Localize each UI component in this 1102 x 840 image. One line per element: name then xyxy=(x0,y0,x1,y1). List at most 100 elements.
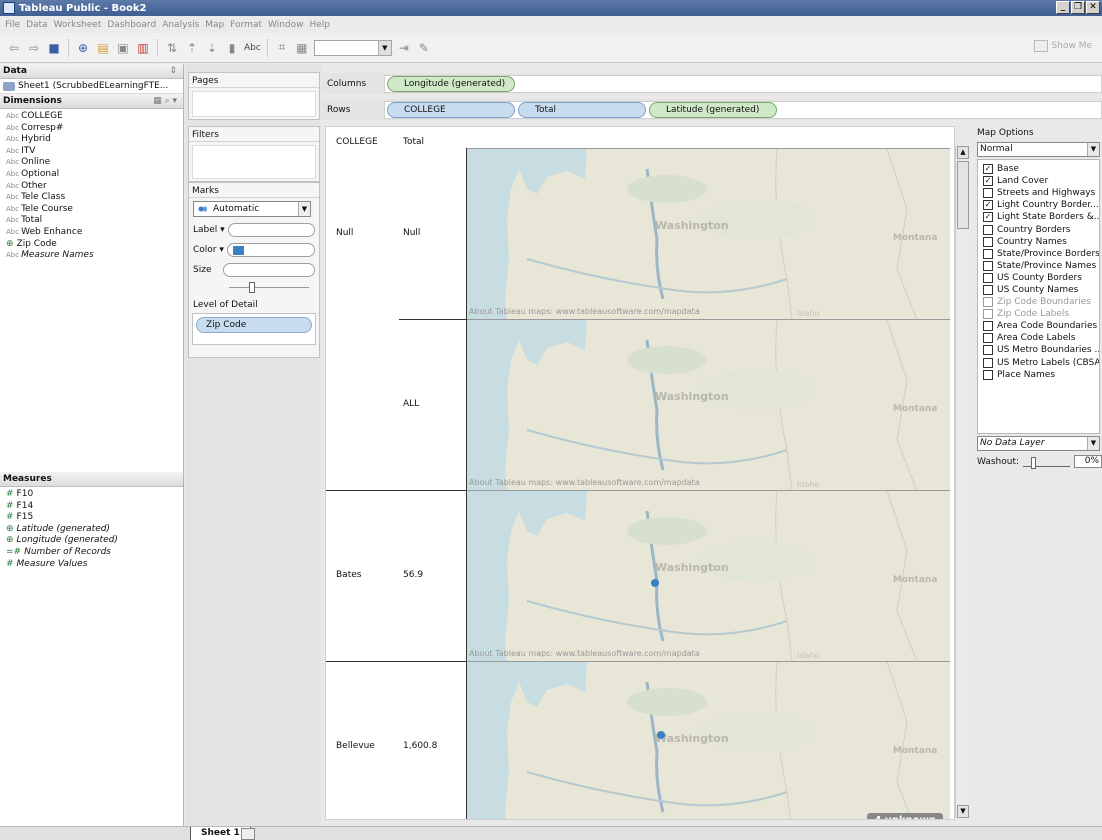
scroll-down-icon[interactable]: ▼ xyxy=(957,805,969,818)
menu-help[interactable]: Help xyxy=(307,20,334,30)
restore-button[interactable]: ❐ xyxy=(1071,1,1085,14)
menu-file[interactable]: File xyxy=(2,20,23,30)
new-worksheet-icon[interactable]: ▤ xyxy=(95,40,111,56)
washout-value-input[interactable]: 0% xyxy=(1073,455,1102,468)
measure-field[interactable]: ⊕ Longitude (generated) xyxy=(0,535,183,547)
college-pill[interactable]: COLLEGE xyxy=(387,101,515,118)
dimension-field[interactable]: Abc Other xyxy=(0,181,183,193)
swap-icon[interactable]: ⇅ xyxy=(164,40,180,56)
dimension-field[interactable]: Abc Corresp# xyxy=(0,123,183,135)
fit-select[interactable]: ▼ xyxy=(313,39,392,56)
size-shelf[interactable] xyxy=(223,263,315,277)
total-value[interactable]: 56.9 xyxy=(403,570,423,580)
checkbox-icon[interactable] xyxy=(983,321,993,332)
data-pane-menu-icon[interactable]: ⇕ xyxy=(169,64,177,79)
presentation-icon[interactable]: ▦ xyxy=(294,40,310,56)
color-button[interactable]: Color ▾ xyxy=(193,245,224,255)
map-layer-option[interactable]: Zip Code Boundaries xyxy=(978,296,1099,308)
annotate-icon[interactable]: ✎ xyxy=(416,40,432,56)
dimension-field[interactable]: Abc Optional xyxy=(0,169,183,181)
scroll-thumb[interactable] xyxy=(957,161,969,229)
checkbox-checked-icon[interactable]: ✓ xyxy=(983,200,993,211)
total-value[interactable]: Null xyxy=(403,228,420,238)
map-layer-option[interactable]: Area Code Boundaries xyxy=(978,320,1099,332)
dimension-field[interactable]: ⊕ Zip Code xyxy=(0,239,183,251)
show-labels-button[interactable]: Abc xyxy=(244,43,261,53)
checkbox-icon[interactable] xyxy=(983,345,993,356)
total-value[interactable]: ALL xyxy=(403,399,419,409)
dimension-field[interactable]: Abc Tele Class xyxy=(0,192,183,204)
map-layer-option[interactable]: State/Province Borders xyxy=(978,248,1099,260)
checkbox-icon[interactable] xyxy=(983,284,993,295)
map-pane[interactable]: Washington Montana About Tableau maps: www… xyxy=(467,148,950,319)
longitude-pill[interactable]: Longitude (generated) xyxy=(387,75,515,92)
label-button[interactable]: Label ▾ xyxy=(193,225,225,235)
close-button[interactable]: ✕ xyxy=(1086,1,1100,14)
checkbox-checked-icon[interactable]: ✓ xyxy=(983,164,993,175)
dimension-field[interactable]: Abc Online xyxy=(0,157,183,169)
map-layer-option[interactable]: Zip Code Labels xyxy=(978,308,1099,320)
size-slider-thumb[interactable] xyxy=(249,282,255,293)
clear-sheet-icon[interactable]: ▥ xyxy=(135,40,151,56)
back-icon[interactable]: ⇦ xyxy=(6,40,22,56)
washout-slider[interactable] xyxy=(1023,456,1070,469)
menu-dashboard[interactable]: Dashboard xyxy=(104,20,159,30)
map-layer-option[interactable]: Country Names xyxy=(978,236,1099,248)
map-mark[interactable] xyxy=(651,579,659,587)
map-layer-option[interactable]: ✓ Light State Borders &... xyxy=(978,211,1099,223)
checkbox-icon[interactable] xyxy=(983,188,993,199)
map-pane[interactable]: Washington Montana 4 unknown xyxy=(467,661,950,819)
color-shelf[interactable] xyxy=(226,243,315,257)
show-me-button[interactable]: Show Me xyxy=(1033,40,1092,52)
washout-slider-thumb[interactable] xyxy=(1031,456,1037,469)
add-datasource-icon[interactable]: ⊕ xyxy=(75,40,91,56)
size-label[interactable]: Size xyxy=(193,265,220,275)
measure-field[interactable]: ⊕ Latitude (generated) xyxy=(0,524,183,536)
checkbox-icon[interactable] xyxy=(983,309,993,320)
map-layer-option[interactable]: US County Borders xyxy=(978,272,1099,284)
menu-worksheet[interactable]: Worksheet xyxy=(51,20,105,30)
map-mark[interactable] xyxy=(657,731,665,739)
highlight-icon[interactable]: ▮ xyxy=(224,40,240,56)
map-layer-option[interactable]: US County Names xyxy=(978,284,1099,296)
size-slider[interactable] xyxy=(229,282,315,294)
group-icon[interactable]: ⌗ xyxy=(274,40,290,56)
checkbox-checked-icon[interactable]: ✓ xyxy=(983,176,993,187)
dimension-field[interactable]: Abc ITV xyxy=(0,146,183,158)
checkbox-icon[interactable] xyxy=(983,333,993,344)
college-header[interactable]: COLLEGE xyxy=(336,137,378,147)
measure-field[interactable]: # Measure Values xyxy=(0,559,183,571)
map-pane[interactable]: Washington Montana About Tableau maps: www… xyxy=(467,490,950,661)
label-shelf[interactable] xyxy=(227,223,315,237)
checkbox-icon[interactable] xyxy=(983,224,993,235)
zip-code-pill[interactable]: Zip Code xyxy=(196,317,312,333)
mark-type-select[interactable]: Automatic ▼ xyxy=(193,201,311,217)
dimension-field[interactable]: Abc Web Enhance xyxy=(0,227,183,239)
checkbox-checked-icon[interactable]: ✓ xyxy=(983,212,993,223)
checkbox-icon[interactable] xyxy=(983,260,993,271)
dimensions-tools-icon[interactable]: ▦ ⌕ ▾ xyxy=(153,94,177,109)
menu-data[interactable]: Data xyxy=(23,20,51,30)
menu-map[interactable]: Map xyxy=(202,20,227,30)
menu-format[interactable]: Format xyxy=(227,20,265,30)
map-layer-option[interactable]: ✓ Base xyxy=(978,163,1099,175)
sort-ascending-icon[interactable]: ⇡ xyxy=(184,40,200,56)
map-credit[interactable]: About Tableau maps: www.tableausoftware.… xyxy=(469,307,700,316)
college-value[interactable]: Bellevue xyxy=(336,741,375,751)
level-of-detail-shelf[interactable]: Zip Code xyxy=(192,313,316,345)
checkbox-icon[interactable] xyxy=(983,369,993,380)
map-credit[interactable]: About Tableau maps: www.tableausoftware.… xyxy=(469,649,700,658)
measure-field[interactable]: # F14 xyxy=(0,501,183,513)
map-layer-option[interactable]: ✓ Land Cover xyxy=(978,175,1099,187)
college-value[interactable]: Bates xyxy=(336,570,361,580)
new-sheet-icon[interactable] xyxy=(241,828,255,840)
dimension-field[interactable]: Abc Tele Course xyxy=(0,204,183,216)
dimension-field[interactable]: Abc Total xyxy=(0,215,183,227)
map-layer-option[interactable]: State/Province Names xyxy=(978,260,1099,272)
latitude-pill[interactable]: Latitude (generated) xyxy=(649,101,777,118)
dimension-field[interactable]: Abc Hybrid xyxy=(0,134,183,146)
map-layer-option[interactable]: Place Names xyxy=(978,369,1099,381)
dimension-field[interactable]: Abc COLLEGE xyxy=(0,111,183,123)
scroll-up-icon[interactable]: ▲ xyxy=(957,146,969,159)
map-pane[interactable]: Washington Montana About Tableau maps: www… xyxy=(467,319,950,490)
